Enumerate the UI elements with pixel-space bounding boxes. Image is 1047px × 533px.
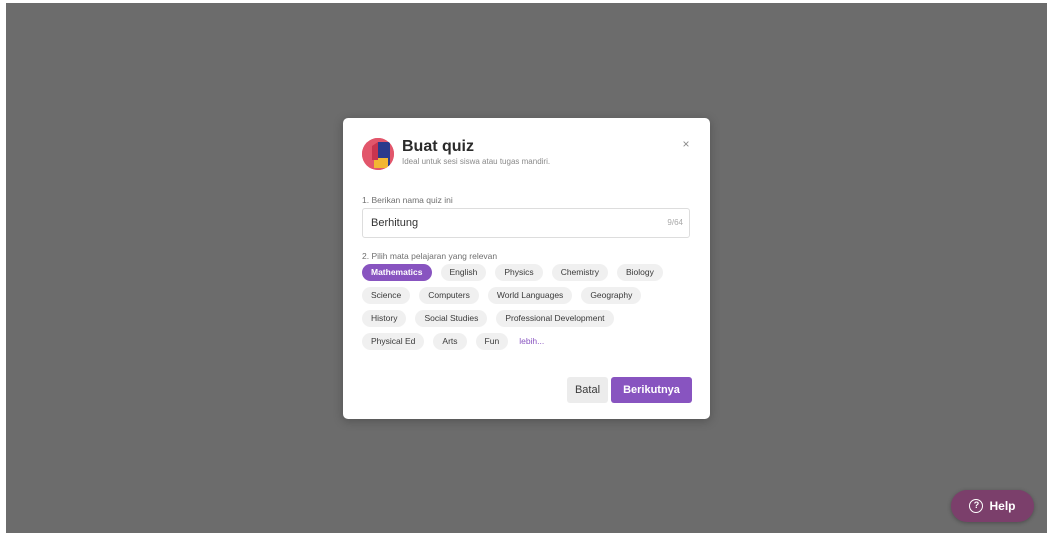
subject-chip-list: Mathematics English Physics Chemistry Bi… (362, 264, 702, 356)
subject-chip-physics[interactable]: Physics (495, 264, 543, 281)
dialog-title: Buat quiz (402, 138, 474, 155)
character-counter: 9/64 (667, 218, 683, 227)
subject-select-label: 2. Pilih mata pelajaran yang relevan (362, 251, 498, 261)
subject-chip-row: Science Computers World Languages Geogra… (362, 287, 702, 304)
question-circle-icon: ? (969, 499, 984, 513)
quiz-name-field: 9/64 (362, 208, 690, 238)
help-button[interactable]: ? Help (951, 490, 1034, 522)
subject-chip-row: Mathematics English Physics Chemistry Bi… (362, 264, 702, 281)
cancel-button[interactable]: Batal (567, 377, 608, 403)
quiz-name-label: 1. Berikan nama quiz ini (362, 195, 453, 205)
more-subjects-link[interactable]: lebih... (517, 333, 546, 350)
subject-chip-arts[interactable]: Arts (433, 333, 467, 350)
close-icon[interactable]: × (678, 136, 694, 152)
help-label: Help (989, 499, 1016, 513)
next-button[interactable]: Berikutnya (611, 377, 692, 403)
subject-chip-social-studies[interactable]: Social Studies (415, 310, 488, 327)
subject-chip-science[interactable]: Science (362, 287, 411, 304)
subject-chip-fun[interactable]: Fun (475, 333, 509, 350)
subject-chip-row: Physical Ed Arts Fun lebih... (362, 333, 702, 350)
subject-chip-chemistry[interactable]: Chemistry (551, 264, 608, 281)
subject-chip-professional-development[interactable]: Professional Development (496, 310, 614, 327)
subject-chip-physical-ed[interactable]: Physical Ed (362, 333, 425, 350)
subject-chip-biology[interactable]: Biology (616, 264, 663, 281)
subject-chip-world-languages[interactable]: World Languages (487, 287, 573, 304)
subject-chip-history[interactable]: History (362, 310, 407, 327)
quiz-name-input[interactable] (371, 209, 641, 237)
quiz-app-logo-icon (362, 138, 394, 170)
dialog-subtitle: Ideal untuk sesi siswa atau tugas mandir… (402, 157, 551, 166)
subject-chip-row: History Social Studies Professional Deve… (362, 310, 702, 327)
create-quiz-dialog: Buat quiz Ideal untuk sesi siswa atau tu… (343, 118, 710, 419)
subject-chip-geography[interactable]: Geography (581, 287, 642, 304)
modal-overlay-backdrop[interactable]: Buat quiz Ideal untuk sesi siswa atau tu… (6, 3, 1047, 533)
subject-chip-computers[interactable]: Computers (419, 287, 479, 304)
subject-chip-english[interactable]: English (440, 264, 487, 281)
subject-chip-mathematics[interactable]: Mathematics (362, 264, 432, 281)
